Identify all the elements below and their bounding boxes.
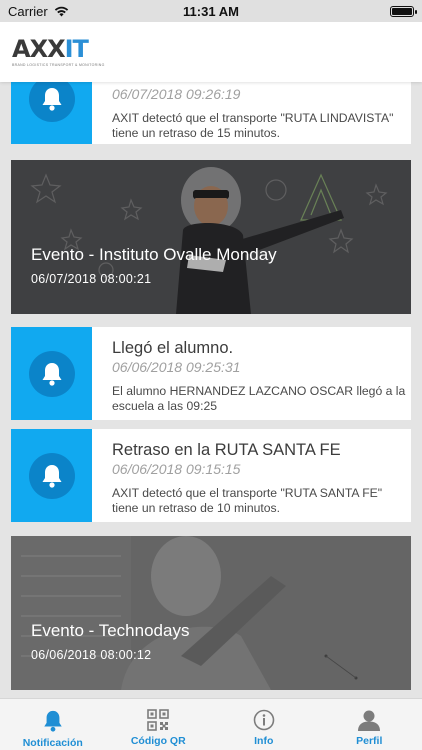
tab-label: Código QR	[130, 735, 186, 747]
event-image	[11, 160, 411, 314]
wifi-icon	[54, 6, 68, 16]
app-header: AXXIT BRAND LOGISTICS TRANSPORT & MONITO…	[0, 22, 422, 82]
tab-info[interactable]: Info	[211, 699, 317, 750]
event-image	[11, 536, 411, 690]
tab-perfil[interactable]: Perfil	[317, 699, 422, 750]
notification-body: Retraso en la RUTA SANTA FE 06/06/2018 0…	[92, 429, 411, 522]
user-icon	[358, 710, 381, 731]
logo-wordmark: AXXIT	[12, 37, 105, 61]
bell-badge	[28, 452, 75, 499]
logo-text-a: AXX	[12, 35, 66, 63]
axit-logo: AXXIT BRAND LOGISTICS TRANSPORT & MONITO…	[12, 37, 105, 67]
carrier-label: Carrier	[8, 3, 48, 19]
notification-date: 06/06/2018 09:15:15	[112, 461, 241, 477]
logo-tagline: BRAND LOGISTICS TRANSPORT & MONITORING	[12, 63, 105, 67]
event-card[interactable]: Evento - Technodays 06/06/2018 08:00:12	[11, 536, 411, 690]
notification-feed[interactable]: 06/07/2018 09:26:19 AXIT detectó que el …	[0, 82, 422, 698]
notification-icon-box	[11, 82, 92, 144]
info-icon	[253, 709, 275, 731]
qr-code-icon	[147, 709, 170, 731]
bell-badge	[28, 82, 75, 122]
notification-date: 06/06/2018 09:25:31	[112, 359, 241, 375]
notification-text: AXIT detectó que el transporte "RUTA SAN…	[112, 486, 383, 515]
bell-icon	[42, 88, 61, 111]
tab-notificacion[interactable]: Notificación	[0, 699, 106, 750]
event-date: 06/06/2018 08:00:12	[31, 648, 152, 662]
notification-title: Llegó el alumno.	[112, 339, 234, 357]
tab-label: Info	[254, 735, 274, 747]
battery-icon	[390, 5, 417, 17]
bell-badge	[28, 350, 75, 397]
notification-title: Retraso en la RUTA SANTA FE	[112, 441, 341, 459]
logo-text-b: IT	[64, 35, 89, 63]
notification-icon-box	[11, 327, 92, 420]
notification-text: AXIT detectó que el transporte "RUTA LIN…	[112, 111, 394, 140]
bell-icon	[44, 710, 62, 732]
bell-icon	[42, 362, 61, 386]
notification-body: Llegó el alumno. 06/06/2018 09:25:31 El …	[92, 327, 411, 420]
event-title: Evento - Instituto Ovalle Monday	[31, 245, 277, 264]
notification-icon-box	[11, 429, 92, 522]
notification-text: El alumno HERNANDEZ LAZCANO OSCAR llegó …	[112, 384, 406, 413]
notification-card[interactable]: Llegó el alumno. 06/06/2018 09:25:31 El …	[11, 327, 411, 420]
carrier-info: Carrier	[8, 4, 69, 19]
notification-card[interactable]: 06/07/2018 09:26:19 AXIT detectó que el …	[11, 82, 411, 144]
tab-label: Notificación	[22, 737, 83, 749]
event-title: Evento - Technodays	[31, 621, 190, 640]
tab-codigo-qr[interactable]: Código QR	[106, 699, 212, 750]
event-date: 06/07/2018 08:00:21	[31, 272, 152, 286]
notification-body: 06/07/2018 09:26:19 AXIT detectó que el …	[92, 82, 411, 144]
status-bar: Carrier 11:31 AM	[0, 0, 422, 22]
notification-card[interactable]: Retraso en la RUTA SANTA FE 06/06/2018 0…	[11, 429, 411, 522]
tab-bar: Notificación Código QR Info Perfil	[0, 698, 422, 750]
bell-icon	[42, 464, 61, 488]
event-card[interactable]: Evento - Instituto Ovalle Monday 06/07/2…	[11, 160, 411, 314]
battery-fill	[392, 7, 412, 15]
tab-label: Perfil	[356, 735, 383, 747]
notification-date: 06/07/2018 09:26:19	[112, 86, 241, 102]
